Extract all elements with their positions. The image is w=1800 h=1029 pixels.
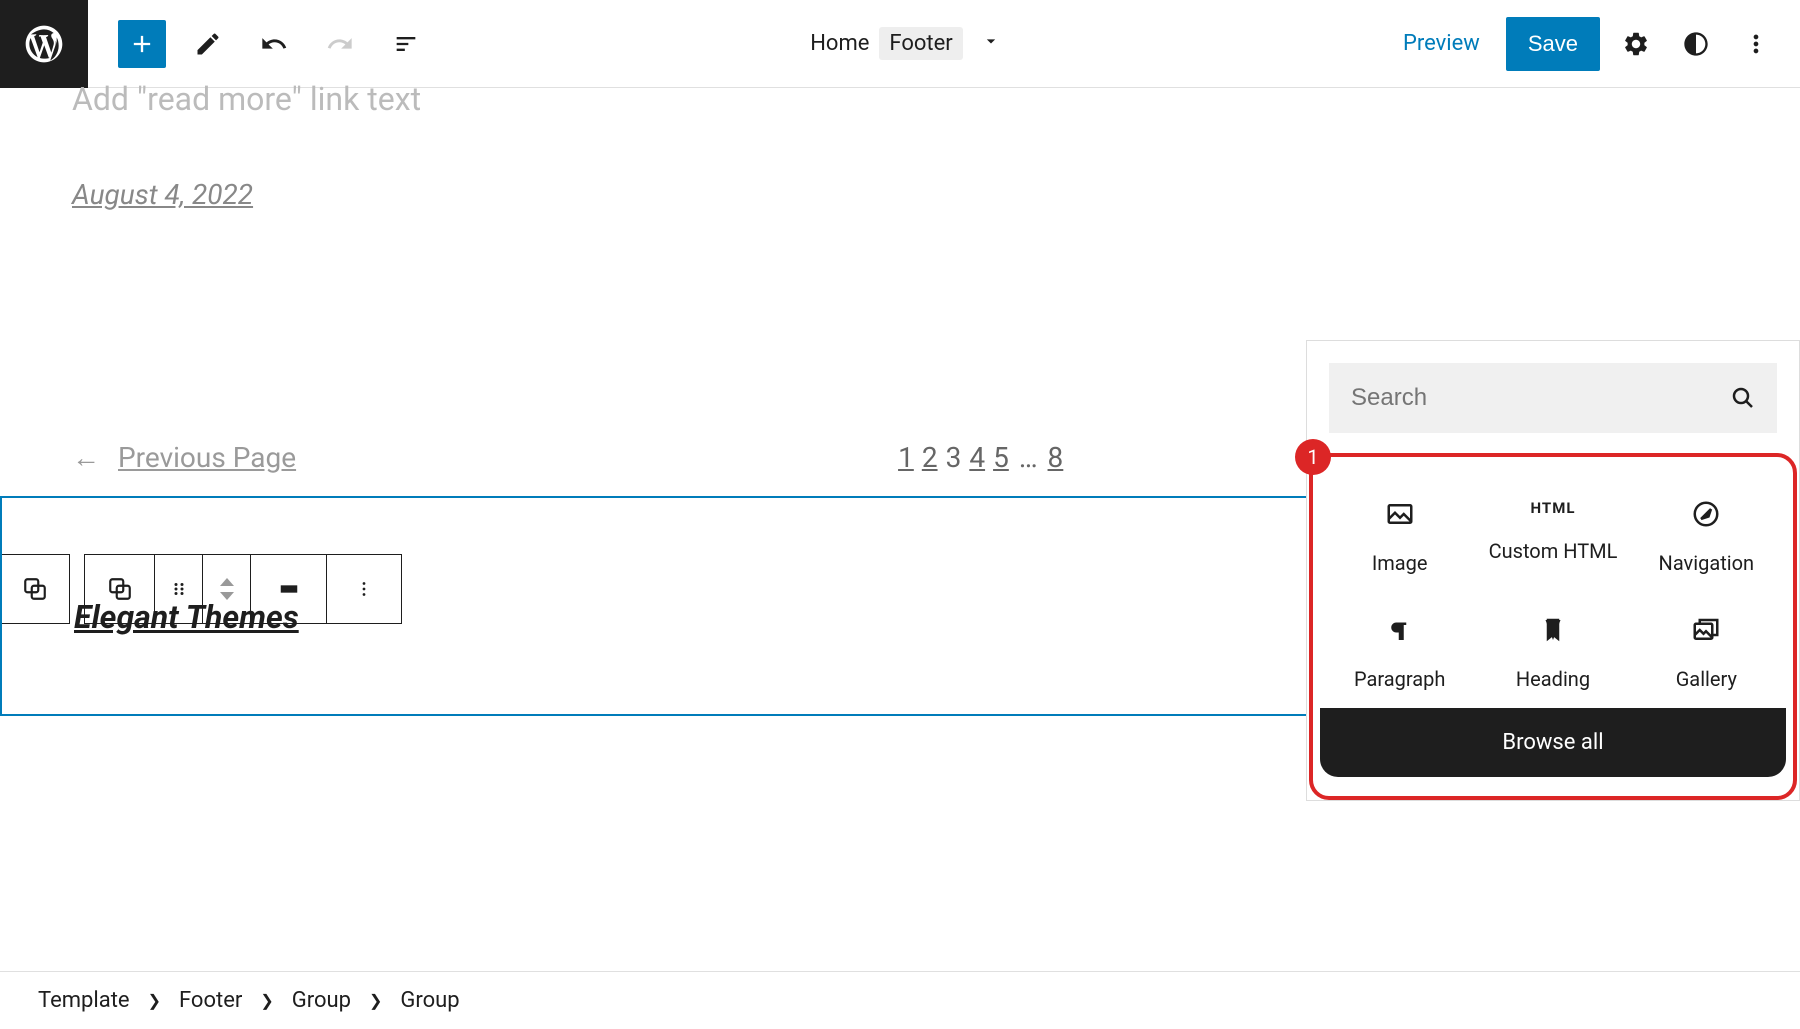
- top-bar: Home Footer Preview Save: [0, 0, 1800, 88]
- toolbar-right: Preview Save: [1389, 17, 1800, 71]
- chevron-down-icon[interactable]: [973, 31, 1009, 57]
- page-1[interactable]: 1: [898, 441, 914, 474]
- html-icon: HTML: [1531, 499, 1576, 517]
- styles-button[interactable]: [1672, 20, 1720, 68]
- page-2[interactable]: 2: [922, 441, 938, 474]
- block-label: Image: [1372, 551, 1428, 575]
- block-heading[interactable]: Heading: [1476, 595, 1629, 711]
- toolbar-left: [88, 20, 430, 68]
- browse-all-button[interactable]: Browse all: [1320, 708, 1786, 777]
- page-5[interactable]: 5: [993, 441, 1009, 474]
- block-label: Custom HTML: [1489, 539, 1618, 563]
- block-gallery[interactable]: Gallery: [1630, 595, 1783, 711]
- chevron-right-icon: ❯: [369, 991, 382, 1010]
- page-4[interactable]: 4: [969, 441, 985, 474]
- block-grid-annotated: 1 Image HTML Custom HTML Navigation Para…: [1309, 453, 1797, 800]
- crumb-home[interactable]: Home: [810, 31, 869, 56]
- previous-page-link[interactable]: ← Previous Page: [72, 441, 296, 474]
- wordpress-logo[interactable]: [0, 0, 88, 88]
- search-input[interactable]: [1351, 384, 1731, 412]
- edit-tool-button[interactable]: [184, 20, 232, 68]
- arrow-left-icon: ←: [72, 441, 100, 474]
- block-label: Gallery: [1676, 667, 1737, 691]
- block-label: Paragraph: [1354, 667, 1445, 691]
- chevron-right-icon: ❯: [260, 991, 273, 1010]
- annotation-badge: 1: [1295, 439, 1331, 475]
- previous-page-text: Previous Page: [118, 441, 296, 474]
- gallery-icon: [1691, 615, 1721, 645]
- page-numbers[interactable]: 1 2 3 4 5 … 8: [896, 441, 1065, 474]
- breadcrumb-item[interactable]: Group: [292, 988, 351, 1013]
- block-navigation[interactable]: Navigation: [1630, 479, 1783, 595]
- more-options-button[interactable]: [1732, 20, 1780, 68]
- paragraph-icon: [1385, 615, 1415, 645]
- image-icon: [1385, 499, 1415, 529]
- page-8[interactable]: 8: [1048, 441, 1064, 474]
- undo-button[interactable]: [250, 20, 298, 68]
- block-image[interactable]: Image: [1323, 479, 1476, 595]
- block-label: Heading: [1516, 667, 1590, 691]
- post-date[interactable]: August 4, 2022: [0, 178, 1800, 211]
- save-button[interactable]: Save: [1506, 17, 1600, 71]
- list-view-button[interactable]: [382, 20, 430, 68]
- settings-button[interactable]: [1612, 20, 1660, 68]
- inserter-search[interactable]: [1329, 363, 1777, 433]
- breadcrumb-bar: Template ❯ Footer ❯ Group ❯ Group: [0, 971, 1800, 1029]
- breadcrumb-item[interactable]: Group: [400, 988, 459, 1013]
- breadcrumb-item[interactable]: Footer: [179, 988, 242, 1013]
- editor-canvas: Add "read more" link text August 4, 2022…: [0, 80, 1800, 716]
- navigation-icon: [1691, 499, 1721, 529]
- breadcrumb-item[interactable]: Template: [38, 988, 130, 1013]
- page-3[interactable]: 3: [946, 441, 962, 474]
- read-more-placeholder[interactable]: Add "read more" link text: [0, 80, 1800, 118]
- heading-icon: [1538, 615, 1568, 645]
- add-block-button[interactable]: [118, 20, 166, 68]
- toolbar-center: Home Footer: [430, 27, 1389, 60]
- block-label: Navigation: [1659, 551, 1755, 575]
- ellipsis: …: [1019, 441, 1038, 474]
- block-inserter-panel: 1 Image HTML Custom HTML Navigation Para…: [1306, 340, 1800, 801]
- redo-button[interactable]: [316, 20, 364, 68]
- crumb-footer[interactable]: Footer: [879, 27, 962, 60]
- chevron-right-icon: ❯: [148, 991, 161, 1010]
- preview-link[interactable]: Preview: [1389, 21, 1494, 66]
- search-icon: [1731, 386, 1755, 410]
- block-custom-html[interactable]: HTML Custom HTML: [1476, 479, 1629, 595]
- block-paragraph[interactable]: Paragraph: [1323, 595, 1476, 711]
